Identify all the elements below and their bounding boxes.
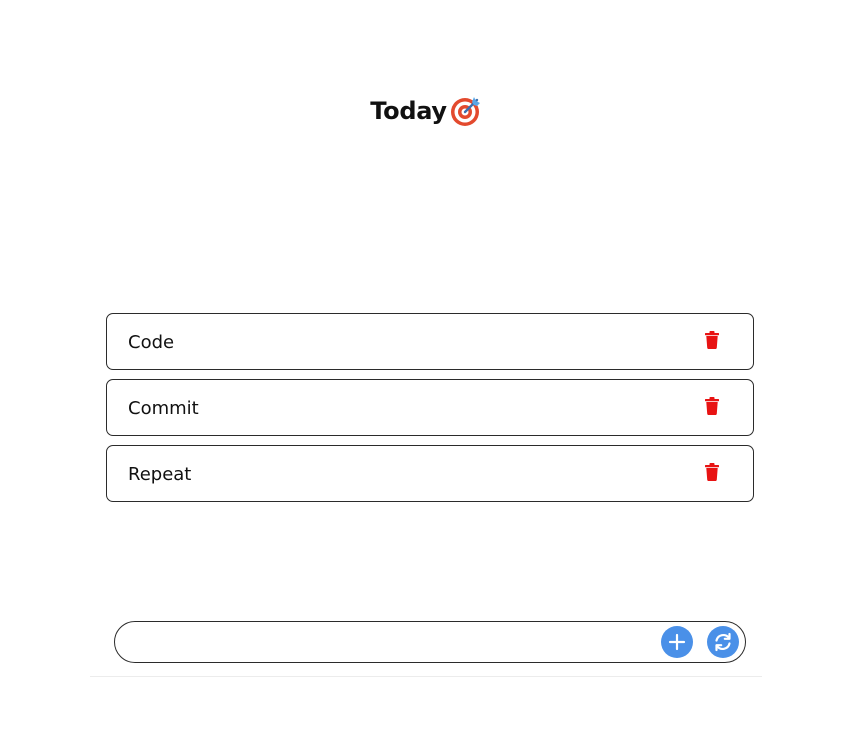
header: Today	[0, 93, 852, 129]
trash-icon[interactable]	[705, 330, 719, 349]
new-task-input[interactable]	[133, 622, 657, 664]
target-icon	[450, 95, 482, 127]
new-task-bar	[114, 621, 746, 664]
task-label: Code	[128, 332, 175, 353]
refresh-button[interactable]	[707, 626, 739, 658]
task-item[interactable]: Code	[106, 313, 754, 370]
page-title: Today	[370, 97, 447, 125]
add-task-button[interactable]	[661, 626, 693, 658]
task-label: Commit	[128, 398, 199, 419]
task-item[interactable]: Repeat	[106, 445, 754, 502]
task-list: Code Commit Repeat	[106, 313, 754, 511]
refresh-icon	[715, 632, 731, 652]
task-item[interactable]: Commit	[106, 379, 754, 436]
app-page: Today Code Commit Repeat	[0, 0, 852, 756]
trash-icon[interactable]	[705, 396, 719, 415]
bottom-divider	[90, 676, 762, 677]
task-label: Repeat	[128, 464, 192, 485]
trash-icon[interactable]	[705, 462, 719, 481]
plus-icon	[668, 633, 686, 651]
